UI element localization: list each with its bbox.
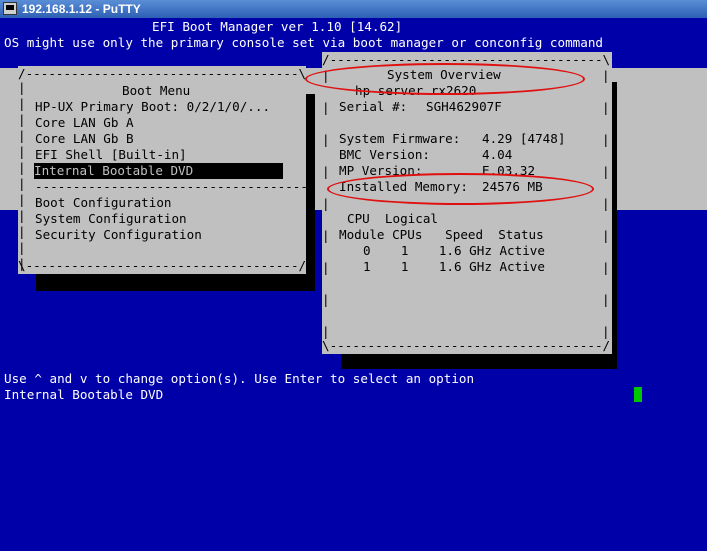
boot-menu-item-hpux[interactable]: HP-UX Primary Boot: 0/2/1/0/... (35, 99, 270, 115)
serial-label: Serial #: (339, 99, 408, 114)
annotation-oval-model (305, 63, 585, 95)
text-cursor (634, 387, 642, 402)
firmware-label: System Firmware: (339, 131, 461, 146)
boot-menu-item-security-config[interactable]: Security Configuration (35, 227, 202, 243)
system-overview-border-bottom: \------------------------------------/ (322, 338, 611, 353)
serial-value: SGH462907F (426, 99, 502, 114)
boot-menu-item-lan-b[interactable]: Core LAN Gb B (35, 131, 134, 147)
cpu-row: 0 1 1.6 GHz Active (363, 243, 545, 258)
current-selection: Internal Bootable DVD (4, 387, 164, 402)
efi-header-notice: OS might use only the primary console se… (4, 35, 603, 50)
boot-menu-item-efi-shell[interactable]: EFI Shell [Built-in] (35, 147, 187, 163)
firmware-value: 4.29 [4748] (482, 131, 566, 146)
terminal-screen[interactable]: EFI Boot Manager ver 1.10 [14.62] OS mig… (0, 18, 707, 551)
cpu-row: 1 1 1.6 GHz Active (363, 259, 545, 274)
cpu-header-line1: CPU Logical (347, 211, 438, 226)
boot-menu-border-top: /------------------------------------\ (18, 66, 307, 81)
boot-menu-border-bottom: \------------------------------------/ (18, 258, 307, 273)
bmc-value: 4.04 (482, 147, 513, 162)
boot-menu-item-lan-a[interactable]: Core LAN Gb A (35, 115, 134, 131)
putty-icon[interactable] (3, 2, 17, 15)
cpu-header-line2: Module CPUs Speed Status (339, 227, 544, 242)
window-title: 192.168.1.12 - PuTTY (22, 2, 141, 16)
bmc-label: BMC Version: (339, 147, 430, 162)
window-titlebar[interactable]: 192.168.1.12 - PuTTY (0, 0, 707, 18)
boot-menu-item-dvd[interactable]: Internal Bootable DVD (34, 163, 283, 179)
boot-menu-panel: /------------------------------------\ |… (18, 66, 308, 274)
efi-header-title: EFI Boot Manager ver 1.10 [14.62] (152, 19, 403, 34)
boot-menu-separator: ------------------------------------ (35, 179, 308, 194)
boot-menu-item-system-config[interactable]: System Configuration (35, 211, 187, 227)
boot-menu-title: Boot Menu (122, 83, 191, 98)
boot-menu-item-boot-config[interactable]: Boot Configuration (35, 195, 171, 211)
annotation-oval-memory (327, 173, 594, 205)
navigation-hint: Use ^ and v to change option(s). Use Ent… (4, 371, 475, 386)
